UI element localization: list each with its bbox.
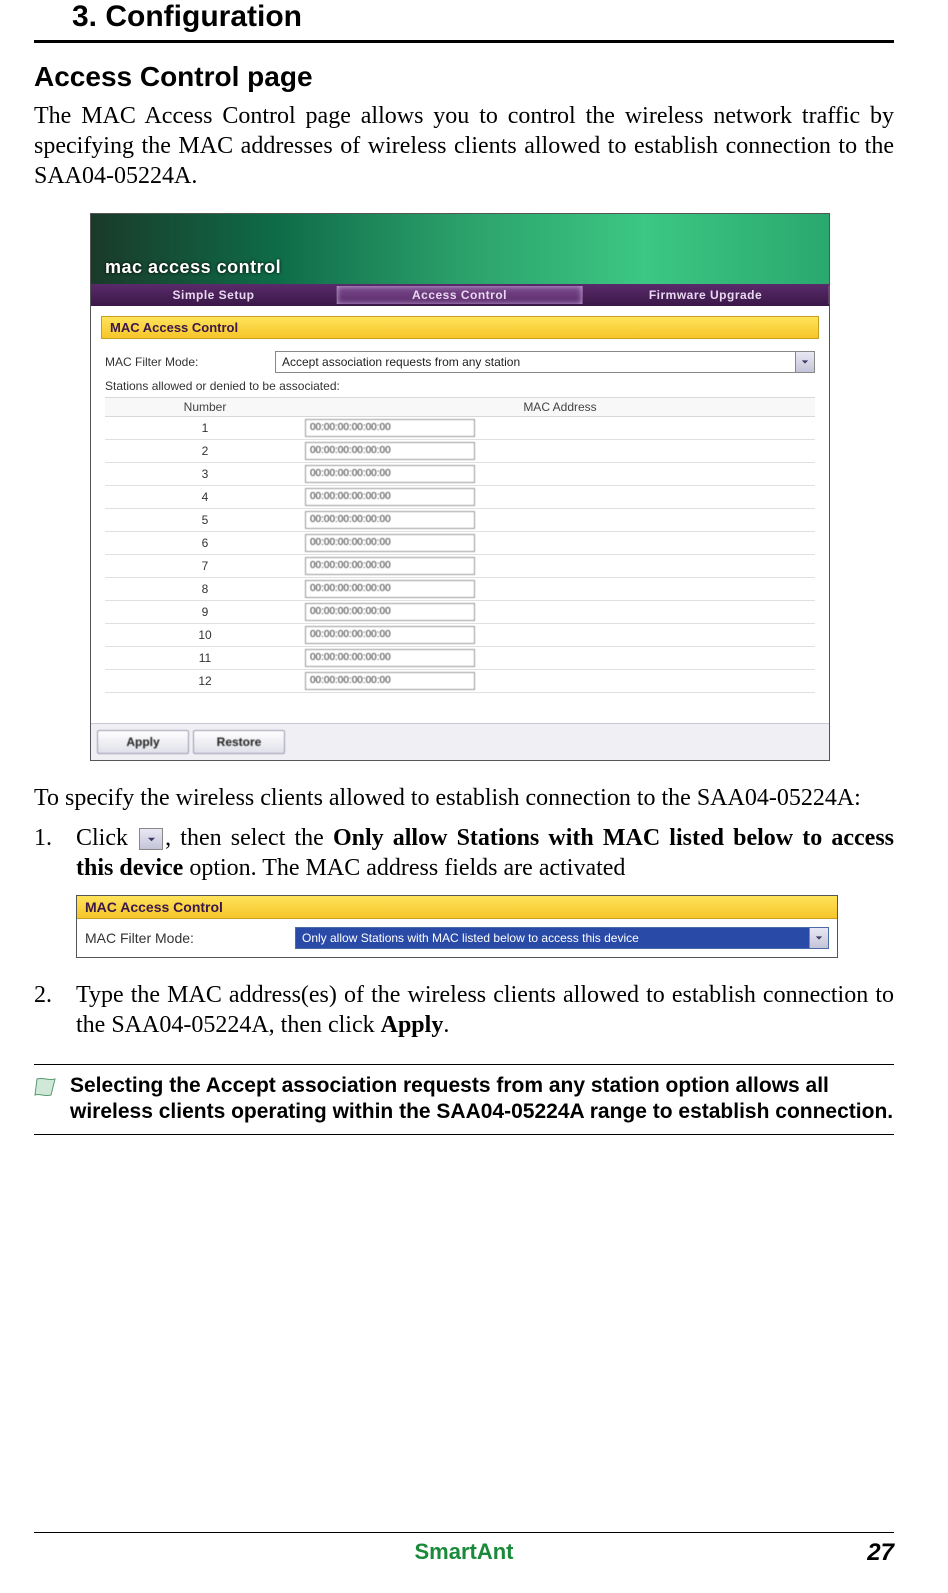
step-1: 1. Click , then select the Only allow St…: [34, 823, 894, 883]
mac-filter-select[interactable]: Accept association requests from any sta…: [275, 351, 815, 373]
mac-address-input[interactable]: 00:00:00:00:00:00: [305, 580, 475, 598]
row-number: 4: [105, 490, 305, 504]
tab-simple-setup[interactable]: Simple Setup: [91, 286, 337, 304]
col-number: Number: [105, 398, 305, 416]
page-footer: SmartAnt 27: [34, 1532, 894, 1565]
row-number: 10: [105, 628, 305, 642]
dropdown-arrow-icon[interactable]: [139, 828, 163, 850]
instruction-lead: To specify the wireless clients allowed …: [34, 783, 894, 813]
page-number: 27: [867, 1539, 894, 1567]
row-number: 8: [105, 582, 305, 596]
step-2-text-b: .: [443, 1012, 449, 1038]
mac-filter-label: MAC Filter Mode:: [105, 352, 275, 372]
step-1-text-a: Click: [76, 825, 137, 851]
mac-address-input[interactable]: 00:00:00:00:00:00: [305, 649, 475, 667]
mac-address-input[interactable]: 00:00:00:00:00:00: [305, 488, 475, 506]
mac-filter-value: Accept association requests from any sta…: [276, 355, 795, 369]
stations-label: Stations allowed or denied to be associa…: [91, 375, 829, 397]
mac-address-input[interactable]: 00:00:00:00:00:00: [305, 557, 475, 575]
step-2-text-a: Type the MAC address(es) of the wireless…: [76, 982, 894, 1038]
row-number: 7: [105, 559, 305, 573]
mac-address-input[interactable]: 00:00:00:00:00:00: [305, 603, 475, 621]
chapter-heading: 3. Configuration: [34, 0, 894, 40]
col-mac: MAC Address: [305, 398, 815, 416]
table-row: 200:00:00:00:00:00: [105, 440, 815, 463]
row-number: 6: [105, 536, 305, 550]
table-row: 500:00:00:00:00:00: [105, 509, 815, 532]
mac-address-input[interactable]: 00:00:00:00:00:00: [305, 626, 475, 644]
mac-address-input[interactable]: 00:00:00:00:00:00: [305, 534, 475, 552]
note-block: Selecting the Accept association request…: [34, 1064, 894, 1135]
screenshot-filter-mode: MAC Access Control MAC Filter Mode: Only…: [76, 895, 838, 958]
ui-banner: mac access control: [91, 214, 829, 284]
table-row: 100:00:00:00:00:00: [105, 417, 815, 440]
row-number: 2: [105, 444, 305, 458]
step-1-text-b: , then select the: [165, 825, 333, 851]
section-heading: Access Control page: [34, 61, 894, 93]
tab-access-control[interactable]: Access Control: [337, 286, 583, 304]
ui-tabbar: Simple Setup Access Control Firmware Upg…: [91, 284, 829, 306]
table-row: 1100:00:00:00:00:00: [105, 647, 815, 670]
table-row: 300:00:00:00:00:00: [105, 463, 815, 486]
step-1-text-c: option. The MAC address fields are activ…: [183, 855, 625, 881]
chevron-down-icon[interactable]: [809, 928, 828, 948]
row-number: 11: [105, 651, 305, 665]
screenshot-main: mac access control Simple Setup Access C…: [90, 213, 830, 761]
chevron-down-icon[interactable]: [795, 352, 814, 372]
note-icon: [34, 1073, 60, 1126]
table-row: 1200:00:00:00:00:00: [105, 670, 815, 693]
table-row: 600:00:00:00:00:00: [105, 532, 815, 555]
mac-address-input[interactable]: 00:00:00:00:00:00: [305, 419, 475, 437]
apply-button[interactable]: Apply: [97, 730, 189, 754]
table-row: 700:00:00:00:00:00: [105, 555, 815, 578]
ss-filter-label: MAC Filter Mode:: [85, 930, 295, 946]
mac-table: Number MAC Address 100:00:00:00:00:00200…: [105, 397, 815, 693]
mac-address-input[interactable]: 00:00:00:00:00:00: [305, 672, 475, 690]
row-number: 5: [105, 513, 305, 527]
step-2: 2. Type the MAC address(es) of the wirel…: [34, 980, 894, 1040]
table-row: 900:00:00:00:00:00: [105, 601, 815, 624]
tab-firmware-upgrade[interactable]: Firmware Upgrade: [583, 286, 829, 304]
note-text: Selecting the Accept association request…: [70, 1073, 894, 1126]
intro-paragraph: The MAC Access Control page allows you t…: [34, 101, 894, 191]
ui-section-band: MAC Access Control: [101, 316, 819, 339]
mac-address-input[interactable]: 00:00:00:00:00:00: [305, 465, 475, 483]
table-row: 800:00:00:00:00:00: [105, 578, 815, 601]
row-number: 12: [105, 674, 305, 688]
table-row: 400:00:00:00:00:00: [105, 486, 815, 509]
ss-band: MAC Access Control: [77, 896, 837, 919]
divider: [34, 40, 894, 43]
footer-product: SmartAnt: [34, 1539, 894, 1565]
ss-filter-select[interactable]: Only allow Stations with MAC listed belo…: [295, 927, 829, 949]
ss-filter-value: Only allow Stations with MAC listed belo…: [296, 928, 809, 948]
ui-banner-title: mac access control: [105, 257, 281, 278]
restore-button[interactable]: Restore: [193, 730, 285, 754]
row-number: 1: [105, 421, 305, 435]
table-row: 1000:00:00:00:00:00: [105, 624, 815, 647]
mac-address-input[interactable]: 00:00:00:00:00:00: [305, 442, 475, 460]
step-2-bold: Apply: [381, 1012, 444, 1038]
mac-address-input[interactable]: 00:00:00:00:00:00: [305, 511, 475, 529]
row-number: 9: [105, 605, 305, 619]
row-number: 3: [105, 467, 305, 481]
